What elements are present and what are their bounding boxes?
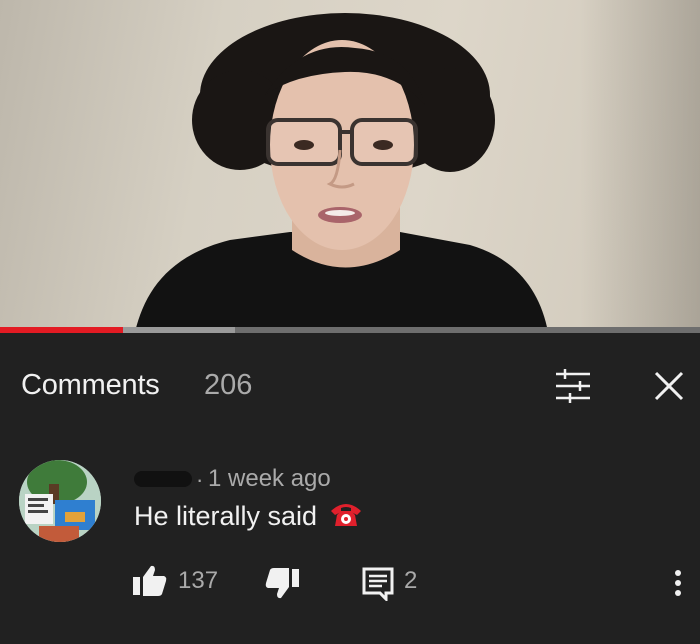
telephone-emoji-icon	[329, 499, 363, 536]
video-frame-person	[135, 13, 548, 332]
comments-title: Comments	[21, 369, 160, 401]
comment-text: He literally said	[134, 501, 318, 531]
commenter-avatar[interactable]	[19, 460, 101, 542]
reply-icon	[362, 567, 394, 603]
sort-filter-icon	[556, 369, 590, 403]
meta-separator: ·	[196, 467, 204, 492]
redacted-author-name	[134, 471, 192, 487]
more-vertical-icon	[675, 570, 681, 596]
reply-button[interactable]	[360, 565, 396, 603]
thumbs-up-icon	[133, 565, 167, 596]
comments-count: 206	[204, 369, 253, 401]
reply-count: 2	[404, 567, 418, 594]
like-button[interactable]	[130, 563, 170, 599]
comment-more-button[interactable]	[666, 563, 690, 603]
close-comments-button[interactable]	[646, 363, 692, 409]
video-player[interactable]	[0, 0, 700, 332]
close-icon	[654, 371, 684, 401]
comment-actions: 137 2	[130, 563, 690, 603]
comments-header: Comments 206	[0, 333, 700, 433]
comments-panel: Comments 206 · 1 week ago He literally s…	[0, 333, 700, 644]
comment-item: · 1 week ago He literally said 137 2	[0, 443, 700, 643]
avatar-image	[19, 460, 101, 542]
comment-timestamp: 1 week ago	[208, 465, 331, 492]
dislike-button[interactable]	[262, 565, 302, 601]
like-count: 137	[178, 567, 219, 594]
comment-text-row: He literally said	[134, 499, 363, 536]
thumbs-down-icon	[265, 568, 299, 599]
sort-filter-button[interactable]	[550, 363, 596, 409]
